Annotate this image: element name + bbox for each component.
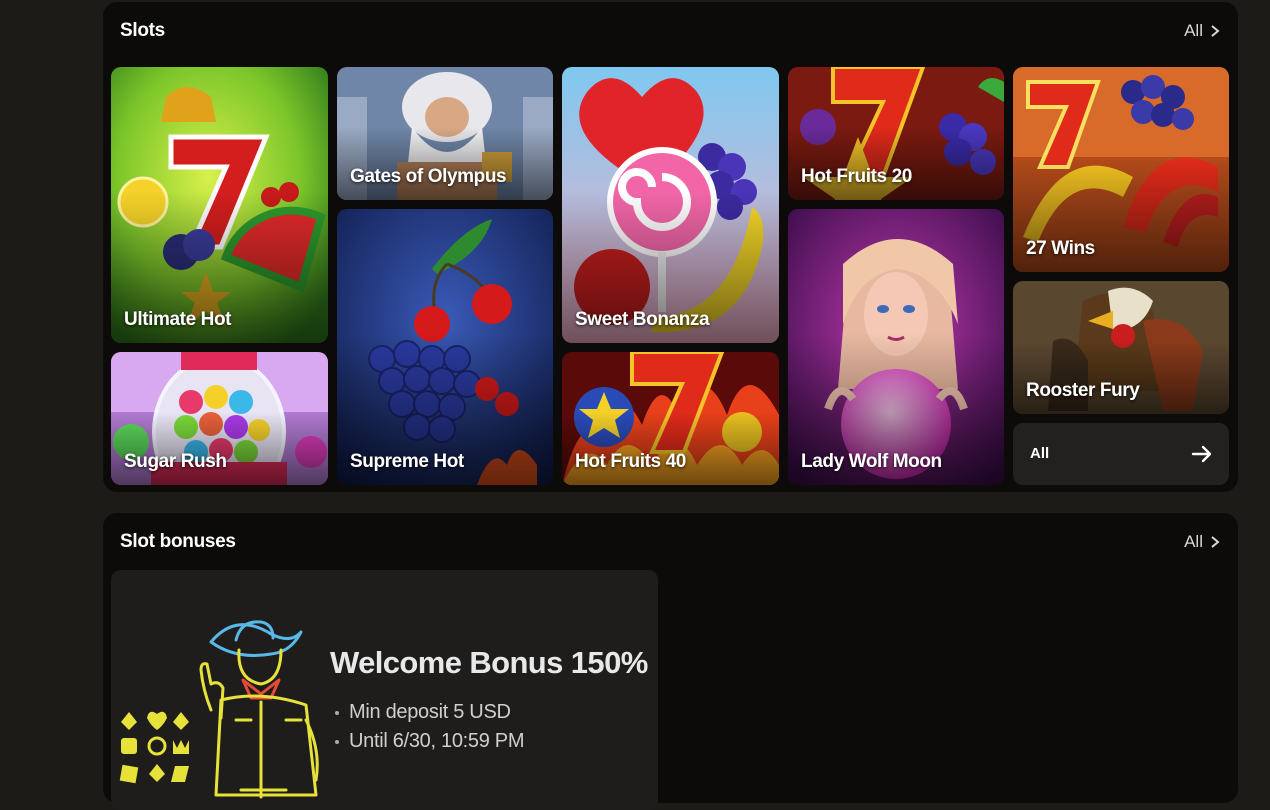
slot-bonuses-title: Slot bonuses — [120, 531, 236, 552]
game-name: Ultimate Hot — [124, 309, 232, 330]
game-name: 27 Wins — [1026, 238, 1095, 259]
chevron-right-icon — [1211, 25, 1220, 37]
bullet-icon — [335, 710, 339, 715]
slots-all-label: All — [1184, 21, 1203, 40]
bullet-icon — [335, 739, 339, 744]
tile-shade — [1013, 340, 1229, 414]
game-tile-hot-fruits-40[interactable]: Hot Fruits 40 — [562, 352, 779, 485]
game-name: Hot Fruits 20 — [801, 166, 912, 187]
welcome-bonus-card[interactable]: Welcome Bonus 150% Min deposit 5 USD Unt… — [111, 570, 658, 810]
chevron-right-icon — [1211, 536, 1220, 548]
game-name: Hot Fruits 40 — [575, 451, 686, 472]
game-name: Sweet Bonanza — [575, 309, 710, 330]
game-name: Gates of Olympus — [350, 166, 507, 187]
tile-shade — [788, 126, 1004, 200]
game-tile-hot-fruits-20[interactable]: Hot Fruits 20 — [788, 67, 1004, 200]
arrow-right-icon — [1191, 445, 1212, 463]
game-tile-sweet-bonanza[interactable]: Sweet Bonanza — [562, 67, 779, 343]
tile-shade — [337, 126, 553, 200]
tile-shade — [562, 411, 779, 485]
game-name: Lady Wolf Moon — [801, 451, 942, 472]
slots-all-link[interactable]: All — [1184, 21, 1221, 41]
slots-section: Slots All Ultimate Hot Gates of Olympus … — [103, 2, 1238, 492]
bonus-title: Welcome Bonus 150% — [330, 645, 648, 680]
game-tile-lady-wolf-moon[interactable]: Lady Wolf Moon — [788, 209, 1004, 485]
all-tile-label: All — [1030, 445, 1050, 462]
game-tile-rooster-fury[interactable]: Rooster Fury — [1013, 281, 1229, 414]
bonus-detail-item: Min deposit 5 USD — [335, 698, 524, 727]
game-tile-gates-of-olympus[interactable]: Gates of Olympus — [337, 67, 553, 200]
game-tile-ultimate-hot[interactable]: Ultimate Hot — [111, 67, 328, 343]
bonus-min-deposit: Min deposit 5 USD — [349, 701, 511, 723]
slots-title: Slots — [120, 20, 165, 41]
game-name: Rooster Fury — [1026, 380, 1140, 401]
game-tile-sugar-rush[interactable]: Sugar Rush — [111, 352, 328, 485]
game-name: Sugar Rush — [124, 451, 227, 472]
game-tile-27-wins[interactable]: 27 Wins — [1013, 67, 1229, 272]
tile-shade — [111, 411, 328, 485]
bonuses-all-link[interactable]: All — [1184, 532, 1221, 552]
slots-all-tile[interactable]: All — [1013, 423, 1229, 485]
game-name: Supreme Hot — [350, 451, 464, 472]
game-tile-supreme-hot[interactable]: Supreme Hot — [337, 209, 553, 485]
bonus-expiry: Until 6/30, 10:59 PM — [349, 730, 525, 752]
bonuses-all-label: All — [1184, 532, 1203, 551]
slot-bonuses-section: Slot bonuses All Welcome Bonus 150% Min … — [103, 513, 1238, 810]
bonus-detail-item: Until 6/30, 10:59 PM — [335, 727, 525, 756]
cowboy-neon-illustration — [199, 620, 319, 799]
bonus-details: Min deposit 5 USD Until 6/30, 10:59 PM — [335, 698, 525, 756]
